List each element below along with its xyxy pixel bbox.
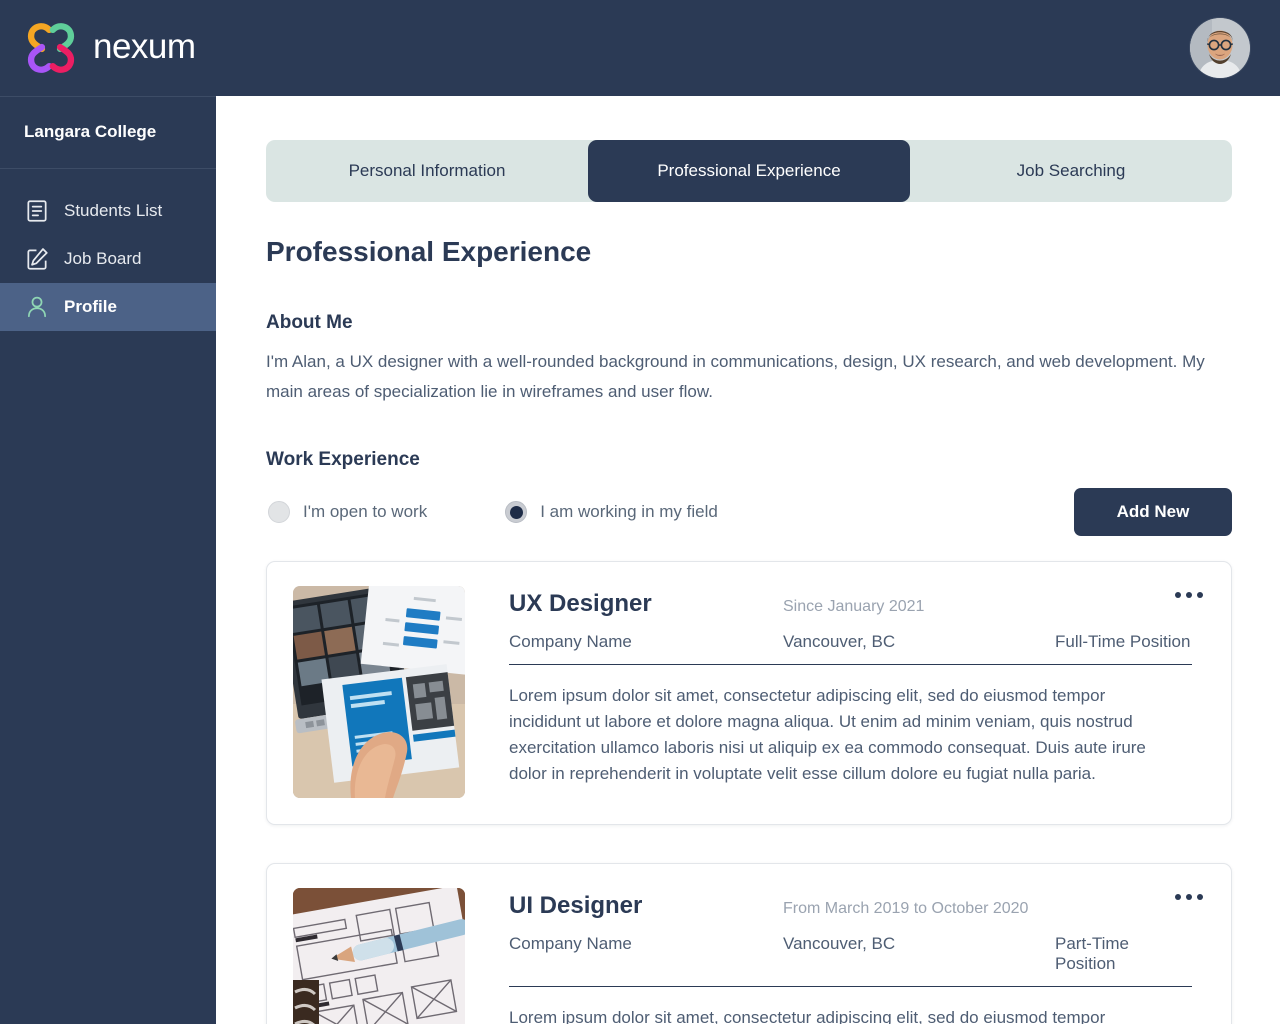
experience-card: UI Designer From March 2019 to October 2… (266, 863, 1232, 1024)
experience-description: Lorem ipsum dolor sit amet, consectetur … (509, 1008, 1106, 1024)
radio-working-in-field-label: I am working in my field (540, 502, 718, 521)
radio-open-to-work[interactable]: I'm open to work (268, 501, 427, 523)
experience-period: From March 2019 to October 2020 (783, 900, 1029, 917)
experience-thumbnail (293, 586, 465, 798)
experience-meta-row: Company Name Vancouver, BC Full-Time Pos… (509, 632, 1192, 665)
brand[interactable]: nexum (22, 19, 196, 77)
brochure-and-laptop-photo-icon (293, 586, 465, 798)
experience-role: UI Designer (509, 892, 643, 919)
experience-location: Vancouver, BC (783, 934, 896, 953)
more-options-icon[interactable] (1175, 592, 1203, 598)
person-icon (24, 294, 50, 320)
tab-job-searching[interactable]: Job Searching (910, 140, 1232, 202)
sidebar-item-job-board[interactable]: Job Board (0, 235, 216, 283)
sidebar: Langara College Students List Job Board … (0, 96, 216, 1024)
user-avatar-photo-icon (1190, 18, 1250, 78)
experience-role-row: UX Designer Since January 2021 (509, 590, 1205, 618)
app-root: nexum Langara College Students List Job … (0, 0, 1280, 1024)
radio-open-to-work-indicator[interactable] (268, 501, 290, 523)
experience-company: Company Name (509, 934, 632, 953)
experience-card-body: UX Designer Since January 2021 Company N… (509, 586, 1205, 798)
page-title: Professional Experience (266, 236, 592, 267)
radio-open-to-work-label: I'm open to work (303, 502, 428, 521)
add-new-button[interactable]: Add New (1074, 488, 1232, 536)
pencil-square-icon (24, 246, 50, 272)
sidebar-item-students-list[interactable]: Students List (0, 187, 216, 235)
experience-card: UX Designer Since January 2021 Company N… (266, 561, 1232, 825)
about-me-heading: About Me (266, 312, 353, 333)
work-experience-heading: Work Experience (266, 449, 420, 470)
experience-card-list: UX Designer Since January 2021 Company N… (266, 561, 1232, 1024)
sidebar-item-label: Profile (64, 297, 117, 316)
tab-professional-experience[interactable]: Professional Experience (588, 140, 910, 202)
sidebar-item-label: Job Board (64, 249, 142, 268)
top-bar: nexum (0, 0, 1280, 96)
sidebar-item-label: Students List (64, 201, 163, 220)
sidebar-org-name: Langara College (0, 96, 216, 169)
tab-bar: Personal Information Professional Experi… (266, 140, 1232, 202)
experience-period: Since January 2021 (783, 598, 925, 615)
work-status-controls: I'm open to work I am working in my fiel… (266, 485, 1232, 539)
experience-thumbnail (293, 888, 465, 1024)
about-me-text: I'm Alan, a UX designer with a well-roun… (266, 352, 1205, 401)
brand-name: nexum (93, 27, 196, 66)
experience-description: Lorem ipsum dolor sit amet, consectetur … (509, 686, 1146, 783)
experience-meta-row: Company Name Vancouver, BC Part-Time Pos… (509, 934, 1192, 987)
experience-location: Vancouver, BC (783, 632, 896, 651)
sidebar-nav: Students List Job Board Profile (0, 169, 216, 331)
radio-working-in-field-indicator[interactable] (505, 501, 528, 523)
document-list-icon (24, 198, 50, 224)
radio-working-in-field[interactable]: I am working in my field (505, 501, 718, 523)
tab-personal-information[interactable]: Personal Information (266, 140, 588, 202)
avatar[interactable] (1190, 18, 1250, 78)
experience-card-body: UI Designer From March 2019 to October 2… (509, 888, 1205, 1024)
main-content: Personal Information Professional Experi… (216, 96, 1280, 1024)
experience-position-type: Part-Time Position (1055, 934, 1129, 973)
org-name-label: Langara College (24, 122, 157, 141)
wireframe-sketch-photo-icon (293, 888, 465, 1024)
sidebar-item-profile[interactable]: Profile (0, 283, 216, 331)
nexum-interlocking-links-logo-icon (22, 19, 80, 77)
experience-position-type: Full-Time Position (1055, 632, 1191, 651)
experience-company: Company Name (509, 632, 632, 651)
experience-role-row: UI Designer From March 2019 to October 2… (509, 892, 1205, 920)
more-options-icon[interactable] (1175, 894, 1203, 900)
experience-role: UX Designer (509, 590, 652, 617)
